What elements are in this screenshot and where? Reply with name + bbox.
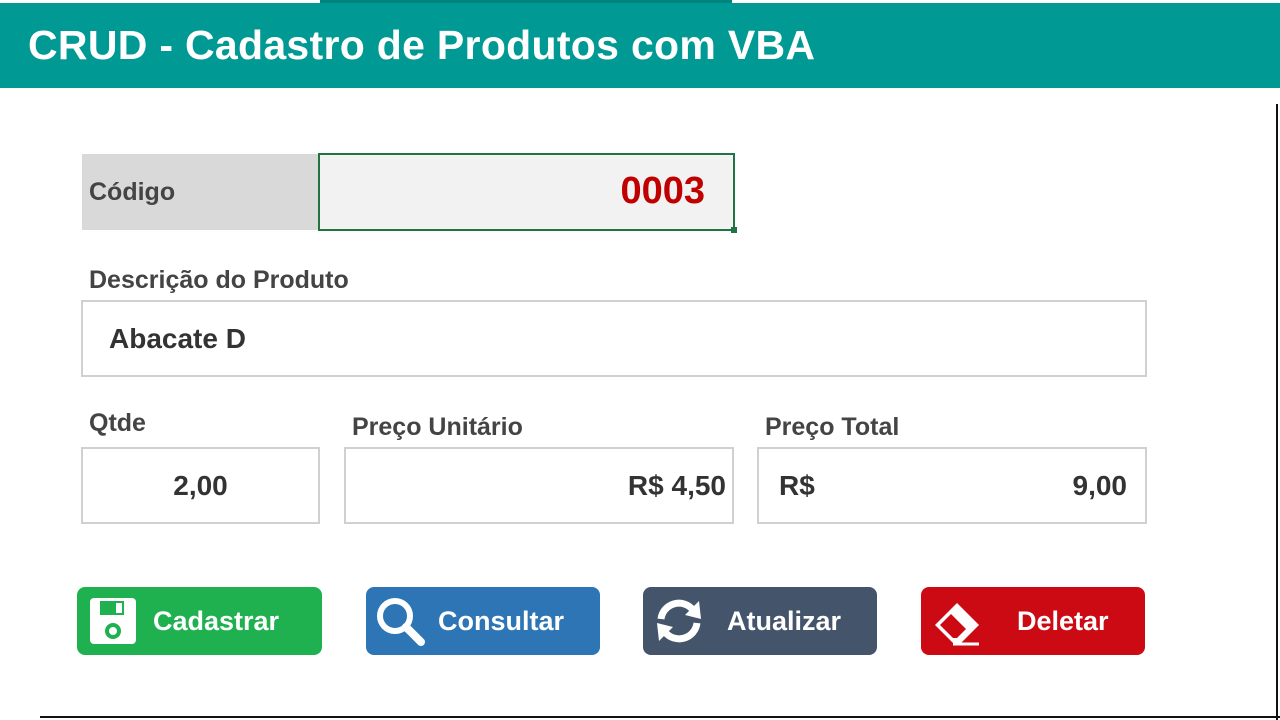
refresh-icon [657, 599, 701, 643]
deletar-button[interactable]: Deletar [921, 587, 1145, 655]
page-title: CRUD - Cadastro de Produtos com VBA [28, 22, 816, 68]
codigo-field[interactable]: 0003 [318, 153, 737, 233]
eraser-icon [935, 603, 979, 646]
consultar-button[interactable]: Consultar [366, 587, 600, 655]
preco-unitario-label: Preço Unitário [352, 413, 523, 441]
preco-total-currency: R$ [779, 470, 815, 501]
column-highlight-segment [320, 0, 732, 3]
magnifier-icon [377, 598, 425, 646]
preco-total-field[interactable]: R$ 9,00 [757, 447, 1147, 524]
deletar-label: Deletar [1017, 606, 1109, 636]
preco-total-value: 9,00 [1072, 470, 1128, 501]
descricao-field[interactable]: Abacate D [81, 300, 1147, 377]
atualizar-label: Atualizar [727, 606, 842, 636]
preco-total-label: Preço Total [765, 413, 900, 441]
sheet-border-right [1276, 104, 1278, 720]
cadastrar-label: Cadastrar [153, 606, 280, 636]
sheet-border-bottom [40, 716, 1280, 718]
qtde-label: Qtde [89, 409, 146, 437]
codigo-value: 0003 [620, 170, 705, 212]
atualizar-button[interactable]: Atualizar [643, 587, 877, 655]
codigo-label: Código [82, 154, 318, 230]
qtde-field[interactable]: 2,00 [81, 447, 320, 524]
title-bar: CRUD - Cadastro de Produtos com VBA [0, 0, 1280, 88]
cell-fill-handle[interactable] [731, 227, 737, 233]
descricao-label: Descrição do Produto [89, 266, 349, 294]
floppy-disk-icon [90, 598, 136, 644]
consultar-label: Consultar [438, 606, 565, 636]
cadastrar-button[interactable]: Cadastrar [77, 587, 322, 655]
preco-unitario-field[interactable]: R$ 4,50 [344, 447, 734, 524]
